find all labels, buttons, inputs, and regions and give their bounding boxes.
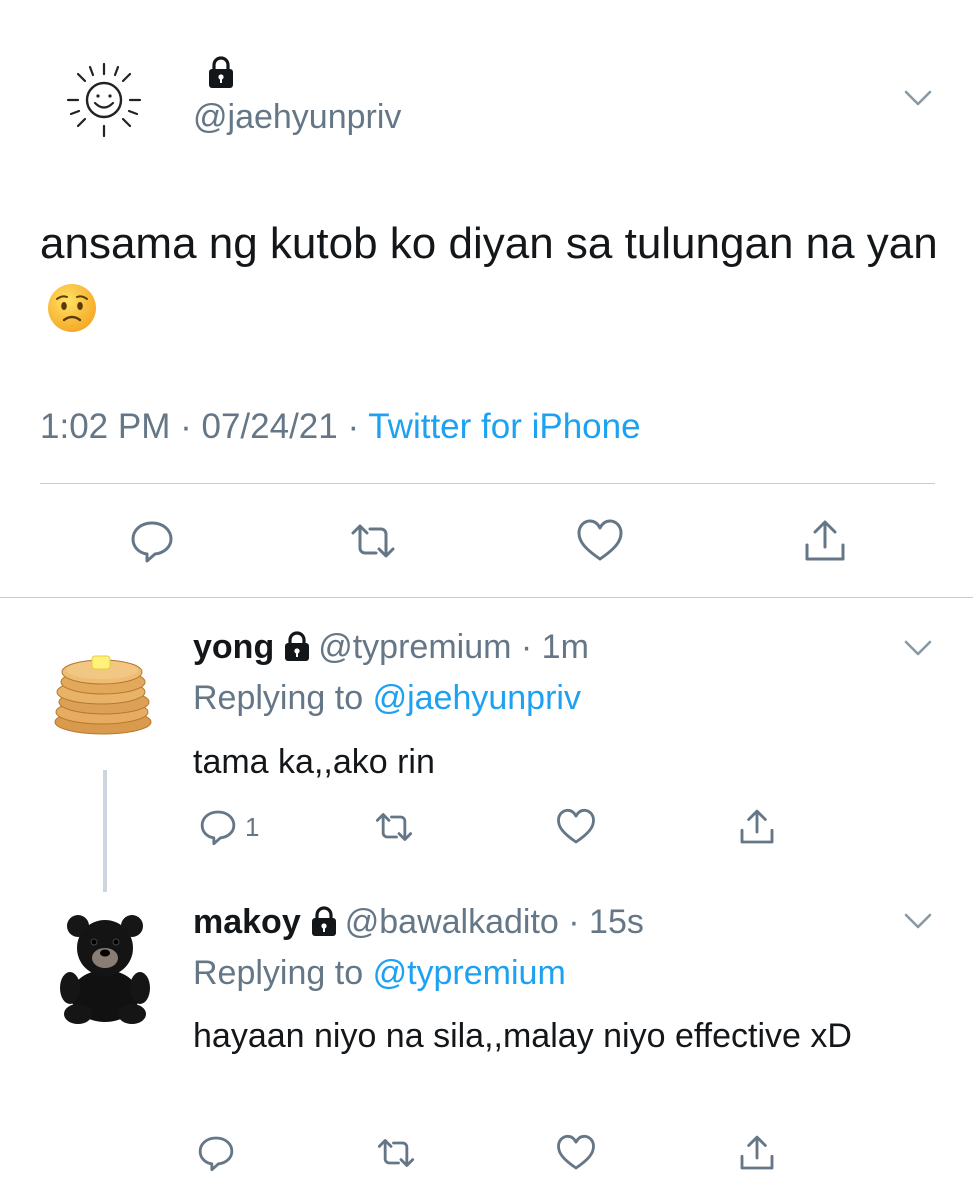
meta-separator: · bbox=[180, 407, 192, 446]
reply-button[interactable] bbox=[128, 517, 176, 565]
like-button[interactable] bbox=[556, 1133, 596, 1173]
black-teddy-bear-avatar bbox=[60, 915, 150, 1024]
like-icon bbox=[557, 1134, 595, 1170]
pancakes-avatar bbox=[54, 655, 152, 735]
sun-doodle-icon bbox=[66, 62, 142, 138]
reply-author-handle[interactable]: @typremium bbox=[318, 628, 511, 666]
lock-icon bbox=[280, 630, 314, 662]
like-button[interactable] bbox=[556, 807, 596, 847]
reply-header: makoy @bawalkadito · 15s bbox=[193, 903, 644, 942]
share-icon bbox=[805, 520, 845, 561]
meta-separator: · bbox=[347, 407, 360, 446]
tweet-date: 07/24/21 bbox=[201, 407, 338, 446]
replying-to-handle[interactable]: @jaehyunpriv bbox=[373, 679, 581, 717]
tweet-source-link[interactable]: Twitter for iPhone bbox=[368, 407, 640, 446]
reply-icon bbox=[131, 521, 173, 563]
tweet-meta: 1:02 PM · 07/24/21 · Twitter for iPhone bbox=[40, 407, 641, 447]
divider bbox=[40, 483, 935, 484]
replying-to-handle[interactable]: @typremium bbox=[373, 954, 566, 992]
replying-label: Replying to bbox=[193, 954, 364, 992]
retweet-button[interactable] bbox=[376, 1133, 416, 1173]
divider bbox=[0, 597, 973, 598]
like-icon bbox=[577, 519, 623, 561]
worried-face-emoji bbox=[46, 282, 98, 334]
tweet-text: ansama ng kutob ko diyan sa tulungan na … bbox=[40, 210, 950, 346]
reply-author-name[interactable]: makoy bbox=[193, 903, 301, 941]
retweet-icon bbox=[375, 813, 413, 841]
replying-to: Replying to @jaehyunpriv bbox=[193, 679, 581, 718]
retweet-button[interactable] bbox=[374, 807, 414, 847]
thread-connector bbox=[103, 770, 107, 892]
share-button[interactable] bbox=[737, 807, 777, 847]
reply-count: 1 bbox=[245, 812, 260, 842]
chevron-down-icon[interactable] bbox=[900, 903, 936, 939]
tweet-author-handle[interactable]: @jaehyunpriv bbox=[193, 98, 401, 137]
tweet-text-content: ansama ng kutob ko diyan sa tulungan na … bbox=[40, 219, 938, 268]
share-button[interactable] bbox=[801, 517, 849, 565]
lock-icon bbox=[204, 55, 238, 89]
chevron-down-icon[interactable] bbox=[900, 80, 936, 116]
reply-time: 1m bbox=[541, 628, 589, 666]
like-icon bbox=[557, 808, 595, 844]
replying-label: Replying to bbox=[193, 679, 364, 717]
reply-button[interactable] bbox=[198, 807, 238, 847]
chevron-down-icon[interactable] bbox=[900, 630, 936, 666]
share-icon bbox=[740, 809, 774, 844]
replying-to: Replying to @typremium bbox=[193, 954, 566, 993]
lock-icon bbox=[307, 905, 341, 937]
avatar[interactable] bbox=[48, 638, 158, 748]
meta-separator: · bbox=[511, 628, 542, 666]
retweet-icon bbox=[377, 1139, 415, 1167]
avatar[interactable] bbox=[50, 908, 160, 1024]
meta-separator: · bbox=[558, 903, 590, 941]
retweet-icon bbox=[351, 524, 395, 558]
reply-button[interactable] bbox=[196, 1133, 236, 1173]
reply-text: hayaan niyo na sila,,malay niyo effectiv… bbox=[193, 1017, 852, 1055]
share-button[interactable] bbox=[737, 1133, 777, 1173]
reply-icon bbox=[198, 1136, 234, 1172]
tweet-time: 1:02 PM bbox=[40, 407, 171, 446]
like-button[interactable] bbox=[576, 517, 624, 565]
reply-author-handle[interactable]: @bawalkadito bbox=[345, 903, 559, 941]
retweet-button[interactable] bbox=[349, 517, 397, 565]
reply-icon bbox=[200, 810, 236, 846]
reply-author-name[interactable]: yong bbox=[193, 628, 274, 666]
reply-header: yong @typremium · 1m bbox=[193, 628, 589, 667]
share-icon bbox=[740, 1135, 774, 1170]
avatar[interactable] bbox=[62, 58, 146, 142]
reply-text: tama ka,,ako rin bbox=[193, 743, 435, 781]
reply-time: 15s bbox=[589, 903, 644, 941]
